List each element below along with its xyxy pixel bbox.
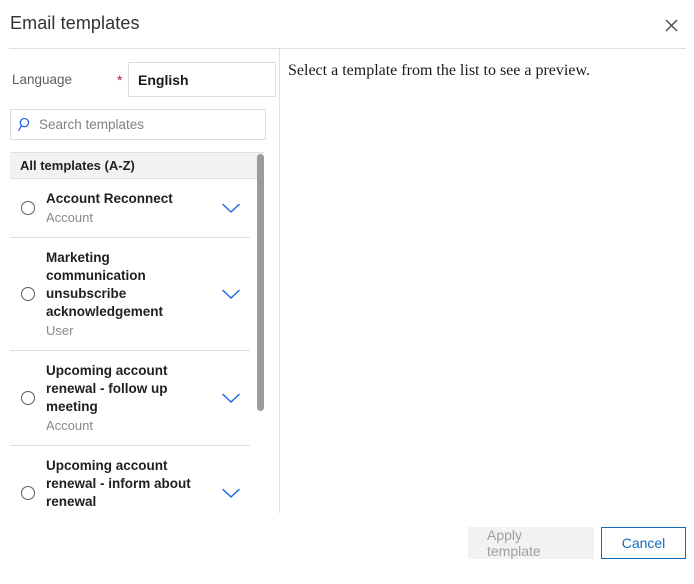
template-entity: Account — [46, 210, 93, 225]
chevron-down-icon[interactable] — [212, 488, 250, 499]
template-list: All templates (A-Z) Account Reconnect Ac… — [10, 152, 264, 515]
template-text: Upcoming account renewal - inform about … — [46, 457, 212, 515]
list-item[interactable]: Account Reconnect Account — [10, 179, 250, 238]
chevron-down-icon[interactable] — [212, 203, 250, 214]
cancel-button[interactable]: Cancel — [601, 527, 686, 559]
radio-icon — [21, 201, 35, 215]
template-radio[interactable] — [10, 391, 46, 405]
language-select[interactable]: English — [128, 62, 276, 97]
radio-icon — [21, 486, 35, 500]
chevron-down-icon[interactable] — [212, 289, 250, 300]
template-radio[interactable] — [10, 201, 46, 215]
search-icon — [11, 117, 39, 132]
close-button[interactable] — [656, 10, 686, 40]
search-templates-box[interactable] — [10, 109, 266, 140]
template-radio[interactable] — [10, 486, 46, 500]
preview-empty-message: Select a template from the list to see a… — [288, 62, 590, 79]
template-text: Marketing communication unsubscribe ackn… — [46, 249, 212, 339]
language-row: Language * English — [10, 62, 276, 98]
template-radio[interactable] — [10, 287, 46, 301]
chevron-down-icon[interactable] — [212, 393, 250, 404]
radio-icon — [21, 287, 35, 301]
template-name: Upcoming account renewal - follow up mee… — [46, 363, 168, 414]
apply-template-button[interactable]: Apply template — [468, 527, 594, 559]
template-text: Upcoming account renewal - follow up mee… — [46, 362, 212, 434]
required-asterisk: * — [117, 72, 123, 88]
template-entity: User — [46, 323, 74, 338]
list-item[interactable]: Upcoming account renewal - follow up mee… — [10, 351, 250, 446]
close-icon — [665, 19, 678, 32]
template-selection-pane: Language * English All templates (A-Z) A… — [0, 49, 279, 519]
search-input[interactable] — [39, 110, 265, 139]
template-list-body: Account Reconnect Account Marketing comm… — [10, 179, 264, 515]
page-title: Email templates — [10, 13, 140, 33]
template-name: Upcoming account renewal - inform about … — [46, 458, 191, 509]
template-text: Account Reconnect Account — [46, 190, 212, 226]
template-name: Marketing communication unsubscribe ackn… — [46, 250, 164, 319]
list-header: All templates (A-Z) — [10, 152, 264, 179]
list-scrollbar-track[interactable] — [257, 152, 264, 515]
list-item[interactable]: Marketing communication unsubscribe ackn… — [10, 238, 250, 351]
radio-icon — [21, 391, 35, 405]
template-name: Account Reconnect — [46, 191, 173, 206]
preview-pane: Select a template from the list to see a… — [280, 49, 694, 513]
dialog-footer: Apply template Cancel — [0, 514, 694, 584]
language-label: Language — [12, 72, 73, 87]
list-item[interactable]: Upcoming account renewal - inform about … — [10, 446, 250, 515]
list-scrollbar-thumb[interactable] — [257, 154, 264, 411]
template-entity: Account — [46, 418, 93, 433]
